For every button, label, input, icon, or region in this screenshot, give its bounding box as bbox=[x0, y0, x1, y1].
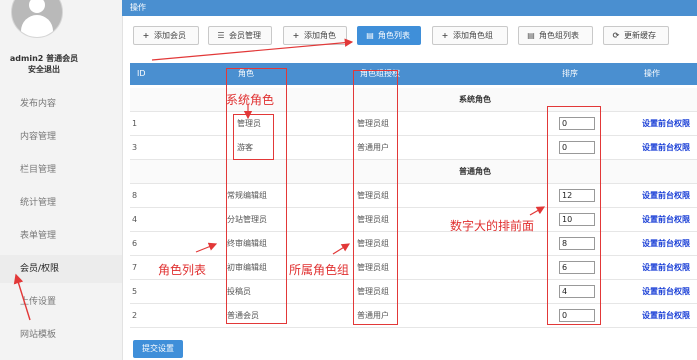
avatar[interactable] bbox=[11, 0, 63, 38]
set-front-permission-link[interactable]: 设置前台权限 bbox=[642, 112, 690, 135]
table-row: 8 常规编辑组 管理员组 设置前台权限 bbox=[130, 184, 697, 208]
set-front-permission-link[interactable]: 设置前台权限 bbox=[642, 208, 690, 231]
table-row: 1 管理员 管理员组 设置前台权限 bbox=[130, 112, 697, 136]
sidebar-item-templates[interactable]: 网站模板 bbox=[0, 321, 122, 349]
role-list-button[interactable]: ▤ 角色列表 bbox=[357, 26, 421, 45]
refresh-icon: ⟳ bbox=[612, 31, 620, 40]
set-front-permission-link[interactable]: 设置前台权限 bbox=[642, 280, 690, 303]
member-management-button[interactable]: ☰ 会员管理 bbox=[208, 26, 272, 45]
table-row: 4 分站管理员 管理员组 设置前台权限 bbox=[130, 208, 697, 232]
avatar-body-shape bbox=[21, 15, 53, 37]
col-sort: 排序 bbox=[562, 69, 578, 78]
sidebar-item-stats[interactable]: 统计管理 bbox=[0, 189, 122, 217]
row-id: 3 bbox=[132, 143, 138, 152]
add-member-button[interactable]: + 添加会员 bbox=[133, 26, 199, 45]
add-role-group-label: 添加角色组 bbox=[453, 31, 493, 40]
refresh-cache-button[interactable]: ⟳ 更新缓存 bbox=[603, 26, 669, 45]
set-front-permission-link[interactable]: 设置前台权限 bbox=[642, 256, 690, 279]
sidebar-item-members[interactable]: 会员/权限 bbox=[0, 255, 122, 283]
refresh-cache-label: 更新缓存 bbox=[624, 31, 656, 40]
row-id: 4 bbox=[132, 215, 138, 224]
group-row-system: 系统角色 bbox=[130, 88, 697, 112]
group-row-normal: 普通角色 bbox=[130, 160, 697, 184]
user-info: admin2 普通会员 bbox=[9, 54, 79, 63]
set-front-permission-link[interactable]: 设置前台权限 bbox=[642, 184, 690, 207]
plus-icon: + bbox=[142, 31, 150, 40]
sidebar: admin2 普通会员 安全退出 发布内容 内容管理 栏目管理 统计管理 表单管… bbox=[0, 0, 123, 360]
sidebar-item-columns[interactable]: 栏目管理 bbox=[0, 156, 122, 184]
row-id: 2 bbox=[132, 311, 138, 320]
annotation-sort-note: 数字大的排前面 bbox=[450, 219, 535, 233]
role-list-label: 角色列表 bbox=[378, 31, 410, 40]
set-front-permission-link[interactable]: 设置前台权限 bbox=[642, 304, 690, 327]
plus-icon: + bbox=[441, 31, 449, 40]
annotation-box-group-column bbox=[353, 70, 398, 325]
add-role-group-button[interactable]: + 添加角色组 bbox=[432, 26, 508, 45]
role-group-list-label: 角色组列表 bbox=[539, 31, 579, 40]
annotation-system-roles: 系统角色 bbox=[226, 93, 275, 107]
operation-title: 操作 bbox=[130, 3, 146, 12]
col-id: ID bbox=[137, 69, 146, 78]
document-icon: ▤ bbox=[366, 31, 374, 40]
group-title: 普通角色 bbox=[459, 167, 491, 176]
member-management-label: 会员管理 bbox=[229, 31, 261, 40]
table-row: 2 普通会员 普通用户 设置前台权限 bbox=[130, 304, 697, 328]
row-id: 7 bbox=[132, 263, 138, 272]
document-icon: ▤ bbox=[527, 31, 535, 40]
logout-link[interactable]: 安全退出 bbox=[0, 64, 88, 75]
submit-button[interactable]: 提交设置 bbox=[133, 340, 183, 358]
group-title: 系统角色 bbox=[459, 95, 491, 104]
col-ops: 操作 bbox=[644, 69, 660, 78]
sidebar-item-upload[interactable]: 上传设置 bbox=[0, 288, 122, 316]
sidebar-item-publish[interactable]: 发布内容 bbox=[0, 90, 122, 118]
row-id: 5 bbox=[132, 287, 138, 296]
table-row: 5 投稿员 管理员组 设置前台权限 bbox=[130, 280, 697, 304]
annotation-role-group: 所属角色组 bbox=[289, 263, 350, 277]
table-row: 7 初审编辑组 管理员组 设置前台权限 bbox=[130, 256, 697, 280]
avatar-head-shape bbox=[29, 0, 45, 13]
sidebar-item-forms[interactable]: 表单管理 bbox=[0, 222, 122, 250]
set-front-permission-link[interactable]: 设置前台权限 bbox=[642, 232, 690, 255]
sidebar-item-content[interactable]: 内容管理 bbox=[0, 123, 122, 151]
role-group-list-button[interactable]: ▤ 角色组列表 bbox=[518, 26, 593, 45]
add-role-button[interactable]: + 添加角色 bbox=[283, 26, 347, 45]
row-id: 1 bbox=[132, 119, 138, 128]
set-front-permission-link[interactable]: 设置前台权限 bbox=[642, 136, 690, 159]
table-header: ID 角色 角色组授权 排序 操作 bbox=[130, 63, 697, 85]
row-id: 8 bbox=[132, 191, 138, 200]
row-id: 6 bbox=[132, 239, 138, 248]
annotation-role-list: 角色列表 bbox=[158, 263, 207, 277]
add-member-label: 添加会员 bbox=[154, 31, 186, 40]
add-role-label: 添加角色 bbox=[304, 31, 336, 40]
operation-bar: 操作 bbox=[122, 0, 697, 16]
list-icon: ☰ bbox=[217, 31, 225, 40]
annotation-box-sort-column bbox=[547, 106, 601, 325]
plus-icon: + bbox=[292, 31, 300, 40]
table-row: 6 终审编辑组 管理员组 设置前台权限 bbox=[130, 232, 697, 256]
annotation-box-system-roles bbox=[233, 114, 274, 160]
table-row: 3 游客 普通用户 设置前台权限 bbox=[130, 136, 697, 160]
